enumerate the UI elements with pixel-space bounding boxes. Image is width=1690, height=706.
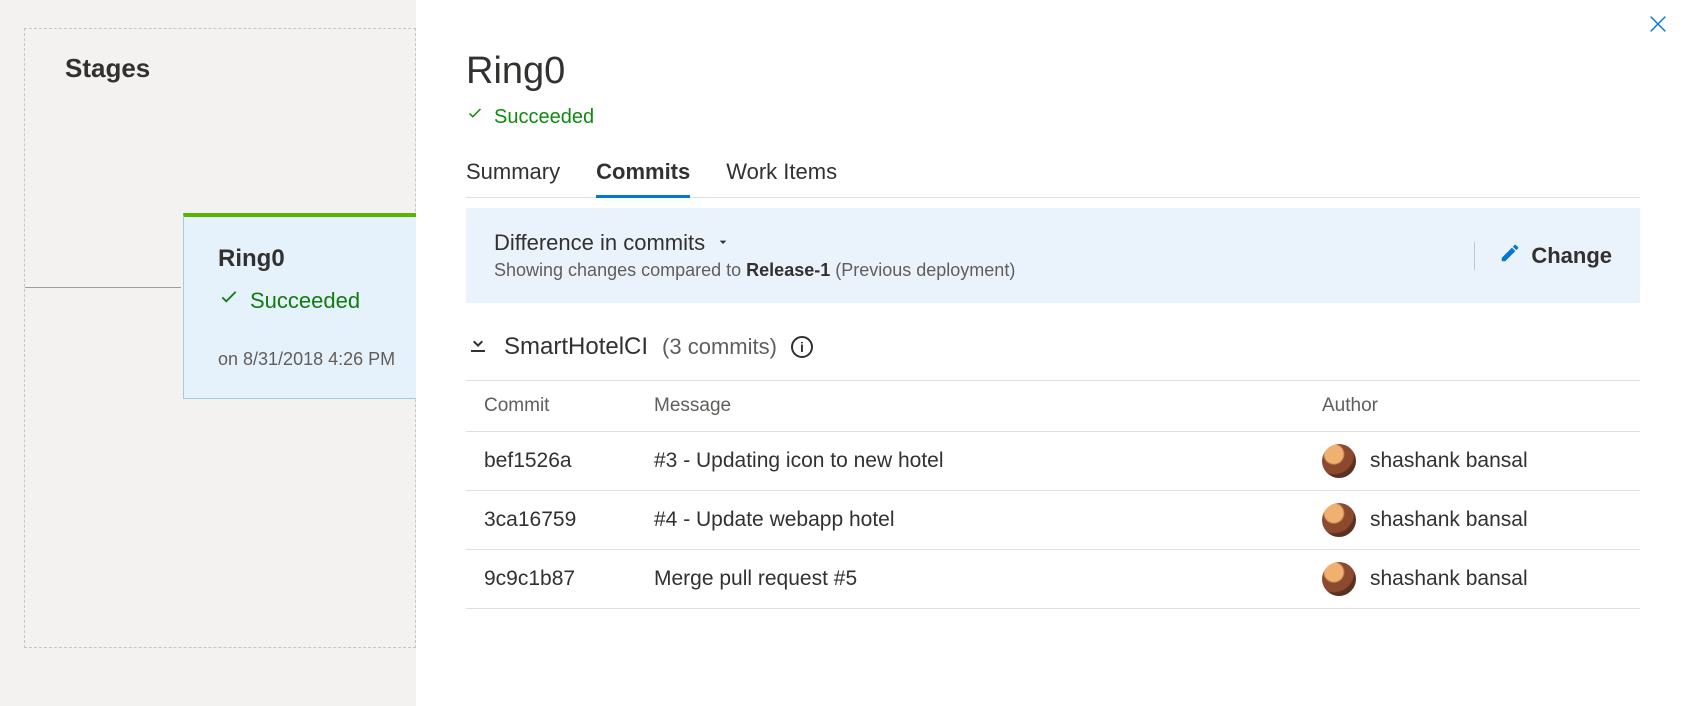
col-author: Author	[1322, 395, 1622, 417]
author-name: shashank bansal	[1370, 567, 1528, 591]
table-row[interactable]: bef1526a#3 - Updating icon to new hotel s…	[466, 432, 1640, 491]
diff-title-label: Difference in commits	[494, 230, 705, 256]
tab-summary[interactable]: Summary	[466, 153, 560, 198]
avatar	[1322, 503, 1356, 537]
commit-id[interactable]: bef1526a	[484, 449, 654, 473]
close-icon	[1647, 13, 1669, 40]
stage-name: Ring0	[218, 245, 412, 273]
stage-date: on 8/31/2018 4:26 PM	[218, 349, 412, 370]
panel-status-label: Succeeded	[494, 106, 594, 129]
commit-author: shashank bansal	[1322, 562, 1622, 596]
info-icon[interactable]: i	[791, 336, 813, 358]
diff-sub-pre: Showing changes compared to	[494, 260, 746, 280]
table-row[interactable]: 3ca16759#4 - Update webapp hotel shashank…	[466, 491, 1640, 550]
check-icon	[466, 105, 484, 129]
stages-container: Stages Ring0 Succeeded on 8/31/2018 4:26…	[24, 28, 416, 648]
commit-message: #4 - Update webapp hotel	[654, 508, 1322, 532]
panel-title: Ring0	[466, 50, 1640, 93]
stage-status: Succeeded	[218, 287, 412, 315]
commit-message: Merge pull request #5	[654, 567, 1322, 591]
detail-panel: Ring0 Succeeded Summary Commits Work Ite…	[416, 0, 1690, 706]
stages-pane: Stages Ring0 Succeeded on 8/31/2018 4:26…	[0, 0, 416, 706]
avatar	[1322, 562, 1356, 596]
diff-box: Difference in commits Showing changes co…	[466, 208, 1640, 303]
author-name: shashank bansal	[1370, 508, 1528, 532]
download-icon	[466, 331, 490, 362]
artifact-count: (3 commits)	[662, 334, 777, 360]
artifact-name[interactable]: SmartHotelCI	[504, 333, 648, 361]
stage-status-label: Succeeded	[250, 288, 360, 314]
change-button[interactable]: Change	[1499, 242, 1612, 270]
commit-id[interactable]: 3ca16759	[484, 508, 654, 532]
commit-message: #3 - Updating icon to new hotel	[654, 449, 1322, 473]
table-header: Commit Message Author	[466, 380, 1640, 432]
avatar	[1322, 444, 1356, 478]
tab-workitems[interactable]: Work Items	[726, 153, 837, 198]
diff-sub-post: (Previous deployment)	[830, 260, 1015, 280]
diff-subtitle: Showing changes compared to Release-1 (P…	[494, 260, 1015, 281]
commit-author: shashank bansal	[1322, 444, 1622, 478]
change-label: Change	[1531, 243, 1612, 269]
table-row[interactable]: 9c9c1b87Merge pull request #5 shashank ba…	[466, 550, 1640, 609]
stage-card-ring0[interactable]: Ring0 Succeeded on 8/31/2018 4:26 PM	[183, 213, 443, 399]
commit-id[interactable]: 9c9c1b87	[484, 567, 654, 591]
artifact-header: SmartHotelCI (3 commits) i	[466, 331, 1640, 362]
tabs: Summary Commits Work Items	[466, 153, 1640, 198]
commits-table: Commit Message Author bef1526a#3 - Updat…	[466, 380, 1640, 609]
author-name: shashank bansal	[1370, 449, 1528, 473]
close-button[interactable]	[1640, 8, 1676, 44]
chevron-down-icon	[715, 230, 731, 256]
col-commit: Commit	[484, 395, 654, 417]
diff-dropdown[interactable]: Difference in commits	[494, 230, 731, 256]
pencil-icon	[1499, 242, 1521, 270]
panel-status: Succeeded	[466, 105, 1640, 129]
stages-title: Stages	[65, 53, 415, 84]
diff-sub-release: Release-1	[746, 260, 830, 280]
col-message: Message	[654, 395, 1322, 417]
stage-connector	[25, 287, 181, 288]
check-icon	[218, 287, 240, 315]
tab-commits[interactable]: Commits	[596, 153, 690, 198]
commit-author: shashank bansal	[1322, 503, 1622, 537]
